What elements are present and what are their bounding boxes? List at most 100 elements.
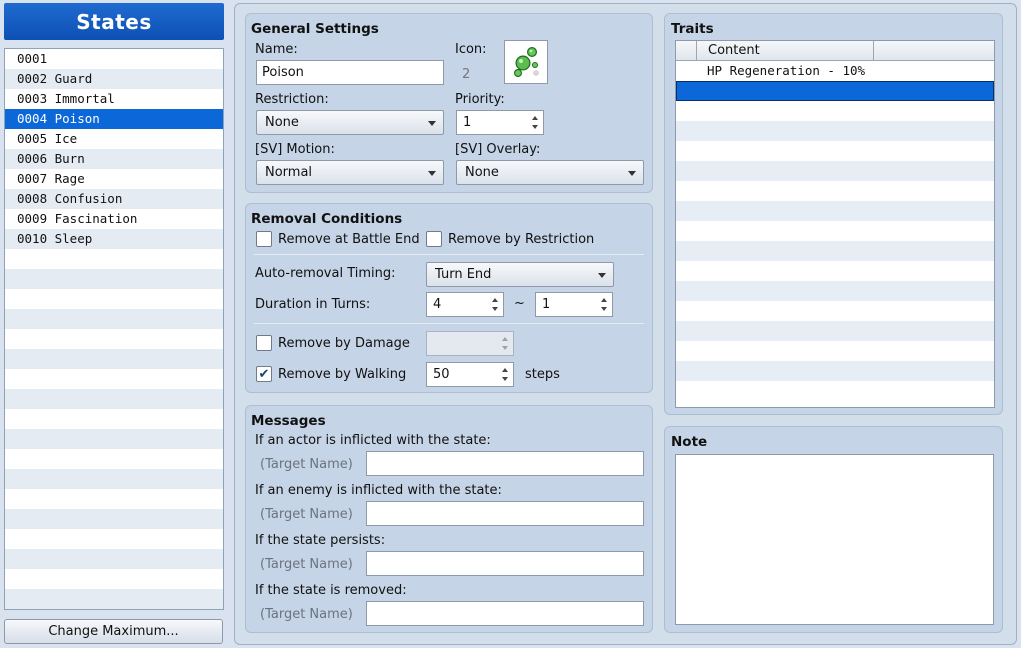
icon-index: 2 [462, 67, 471, 82]
duration-min-stepper[interactable]: 4 [426, 292, 504, 317]
traits-table-row[interactable] [676, 321, 994, 341]
name-label: Name: [255, 42, 298, 57]
spin-up-icon[interactable] [502, 368, 508, 372]
traits-table-row[interactable]: HP Regeneration - 10% [676, 61, 994, 81]
target-name-label: (Target Name) [260, 457, 353, 472]
state-list-item[interactable] [5, 369, 223, 389]
remove-restriction-label: Remove by Restriction [448, 232, 595, 247]
message-input[interactable] [366, 501, 644, 526]
duration-label: Duration in Turns: [255, 297, 371, 312]
remove-by-damage-label: Remove by Damage [278, 336, 410, 351]
message-input[interactable] [366, 551, 644, 576]
general-settings-group: General Settings Name: Poison Icon: 2 Re… [245, 13, 653, 193]
chevron-down-icon [598, 273, 606, 278]
change-maximum-button[interactable]: Change Maximum... [4, 619, 223, 644]
state-list-item[interactable] [5, 389, 223, 409]
state-list-item[interactable]: 0008 Confusion [5, 189, 223, 209]
traits-table-row[interactable] [676, 201, 994, 221]
message-input[interactable] [366, 601, 644, 626]
duration-max-stepper[interactable]: 1 [535, 292, 613, 317]
priority-stepper[interactable]: 1 [456, 110, 544, 135]
traits-table-row[interactable] [676, 341, 994, 361]
chevron-down-icon [628, 171, 636, 176]
traits-table-row[interactable] [676, 181, 994, 201]
messages-group: Messages If an actor is inflicted with t… [245, 405, 653, 633]
state-list-item[interactable]: 0006 Burn [5, 149, 223, 169]
state-list-item[interactable]: 0009 Fascination [5, 209, 223, 229]
sv-overlay-select[interactable]: None [456, 160, 644, 185]
state-list-item[interactable]: 0003 Immortal [5, 89, 223, 109]
traits-table-row[interactable] [676, 121, 994, 141]
priority-label: Priority: [455, 92, 505, 107]
remove-by-walking-checkbox[interactable]: ✔ [256, 366, 272, 382]
spin-up-icon[interactable] [601, 298, 607, 302]
note-title: Note [671, 434, 708, 450]
restriction-select[interactable]: None [256, 110, 444, 135]
state-list-item[interactable] [5, 329, 223, 349]
spin-up-icon[interactable] [492, 298, 498, 302]
remove-by-walking-label: Remove by Walking [278, 367, 407, 382]
general-settings-title: General Settings [251, 21, 379, 37]
traits-table-row[interactable] [676, 361, 994, 381]
traits-table-row[interactable] [676, 381, 994, 401]
spin-down-icon[interactable] [532, 125, 538, 129]
state-list-item[interactable] [5, 269, 223, 289]
state-list-item[interactable]: 0004 Poison [5, 109, 223, 129]
poison-bubble-icon [514, 47, 539, 77]
spin-down-icon[interactable] [492, 307, 498, 311]
name-input[interactable]: Poison [256, 60, 444, 85]
state-list[interactable]: 0001 0002 Guard 0003 Immortal 0004 Poison 00… [4, 48, 224, 610]
message-label: If the state persists: [255, 533, 386, 548]
sv-overlay-label: [SV] Overlay: [455, 142, 541, 157]
traits-table-row[interactable] [676, 241, 994, 261]
state-list-item[interactable]: 0005 Ice [5, 129, 223, 149]
message-input[interactable] [366, 451, 644, 476]
restriction-label: Restriction: [255, 92, 329, 107]
duration-min-value: 4 [433, 297, 442, 312]
remove-by-damage-checkbox[interactable] [256, 335, 272, 351]
state-list-item[interactable] [5, 529, 223, 549]
state-list-item[interactable] [5, 589, 223, 609]
message-label: If the state is removed: [255, 583, 407, 598]
state-list-item[interactable]: 0001 [5, 49, 223, 69]
traits-table-row[interactable] [676, 221, 994, 241]
traits-table-row[interactable] [676, 101, 994, 121]
remove-battle-end-checkbox[interactable] [256, 231, 272, 247]
auto-removal-timing-select[interactable]: Turn End [426, 262, 614, 287]
chevron-down-icon [428, 171, 436, 176]
sv-overlay-value: None [465, 165, 499, 180]
state-list-item[interactable] [5, 449, 223, 469]
state-list-item[interactable] [5, 429, 223, 449]
state-list-item[interactable] [5, 309, 223, 329]
state-list-item[interactable] [5, 469, 223, 489]
state-list-item[interactable] [5, 489, 223, 509]
checkmark-icon: ✔ [258, 366, 270, 382]
traits-table-row[interactable] [676, 161, 994, 181]
state-list-item[interactable]: 0010 Sleep [5, 229, 223, 249]
note-textarea[interactable] [675, 454, 994, 625]
state-list-item[interactable] [5, 549, 223, 569]
walking-steps-stepper[interactable]: 50 [426, 362, 514, 387]
state-list-item[interactable] [5, 249, 223, 269]
traits-title: Traits [671, 21, 714, 37]
state-list-item[interactable]: 0007 Rage [5, 169, 223, 189]
sv-motion-select[interactable]: Normal [256, 160, 444, 185]
traits-column-content[interactable]: Content [708, 43, 760, 58]
state-list-item[interactable] [5, 349, 223, 369]
spin-down-icon[interactable] [502, 377, 508, 381]
state-list-item[interactable]: 0002 Guard [5, 69, 223, 89]
state-list-item[interactable] [5, 569, 223, 589]
traits-table-row[interactable] [676, 141, 994, 161]
state-list-item[interactable] [5, 509, 223, 529]
traits-table[interactable]: Content HP Regeneration - 10% [675, 40, 995, 408]
traits-table-row[interactable] [676, 261, 994, 281]
spin-down-icon[interactable] [601, 307, 607, 311]
remove-restriction-checkbox[interactable] [426, 231, 442, 247]
traits-table-row[interactable] [676, 81, 994, 101]
state-list-item[interactable] [5, 289, 223, 309]
icon-picker[interactable] [504, 40, 548, 84]
traits-table-row[interactable] [676, 301, 994, 321]
traits-table-row[interactable] [676, 281, 994, 301]
spin-up-icon[interactable] [532, 116, 538, 120]
state-list-item[interactable] [5, 409, 223, 429]
